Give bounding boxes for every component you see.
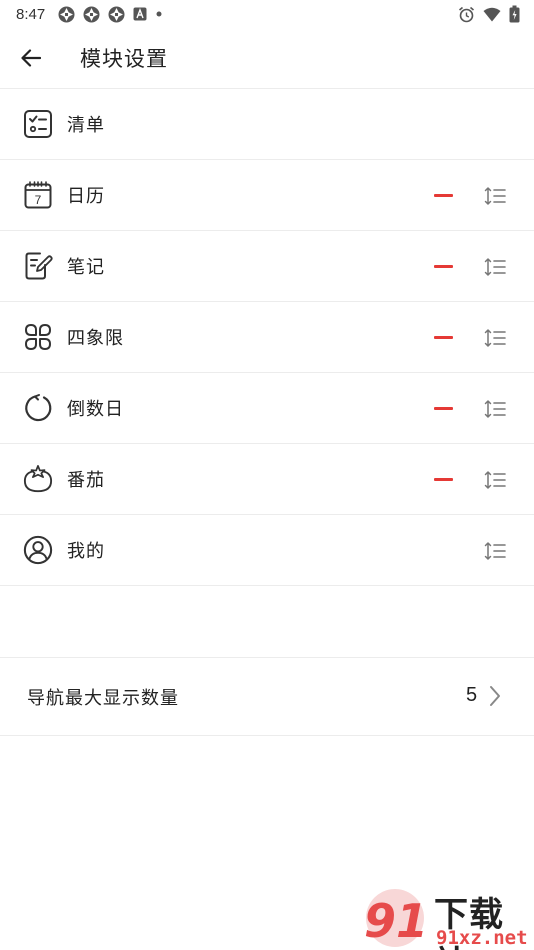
calendar-icon: 7 bbox=[23, 180, 53, 210]
nav-max-count-value: 5 bbox=[466, 684, 478, 706]
app-bar: 模块设置 bbox=[0, 28, 534, 89]
module-label: 我的 bbox=[67, 541, 105, 562]
watermark-logo: 91 下载站 91xz.net bbox=[360, 885, 534, 950]
dot-icon bbox=[156, 11, 162, 17]
section-spacer bbox=[0, 586, 534, 658]
countdown-icon bbox=[23, 393, 53, 423]
module-row-quadrant[interactable]: 四象限 bbox=[0, 302, 534, 373]
app-notification-icon bbox=[58, 6, 75, 22]
minus-icon bbox=[433, 406, 453, 410]
module-label: 倒数日 bbox=[67, 399, 124, 420]
quadrant-icon bbox=[23, 322, 53, 352]
module-row-tomato[interactable]: 番茄 bbox=[0, 444, 534, 515]
drag-handle-icon[interactable] bbox=[482, 326, 508, 350]
nav-max-count-row[interactable]: 导航最大显示数量 5 bbox=[0, 658, 534, 736]
battery-charging-icon bbox=[509, 5, 520, 23]
module-label: 笔记 bbox=[67, 257, 105, 278]
status-time: 8:47 bbox=[16, 5, 46, 23]
status-bar: 8:47 bbox=[0, 0, 534, 28]
arrow-left-icon bbox=[21, 49, 41, 67]
module-label: 番茄 bbox=[67, 470, 105, 491]
status-left-icons bbox=[58, 6, 163, 23]
alarm-icon bbox=[458, 6, 475, 22]
drag-handle-icon[interactable] bbox=[482, 468, 508, 492]
user-circle-icon bbox=[23, 535, 53, 565]
module-row-calendar[interactable]: 7 日历 bbox=[0, 160, 534, 231]
minus-icon bbox=[433, 477, 453, 481]
nav-max-count-label: 导航最大显示数量 bbox=[27, 687, 179, 709]
drag-handle-icon[interactable] bbox=[482, 539, 508, 563]
status-right-icons bbox=[458, 5, 520, 23]
page-title: 模块设置 bbox=[80, 47, 168, 71]
module-label: 日历 bbox=[67, 186, 105, 207]
module-list: 清单 7 日历 笔记 四象限 倒数日 番茄 我的 bbox=[0, 89, 534, 586]
minus-icon bbox=[433, 193, 453, 197]
drag-handle-icon[interactable] bbox=[482, 184, 508, 208]
note-edit-icon bbox=[23, 251, 53, 281]
minus-icon bbox=[433, 264, 453, 268]
tomato-icon bbox=[23, 464, 53, 494]
chevron-right-icon bbox=[490, 686, 500, 706]
watermark-badge-icon: 91 bbox=[364, 889, 428, 948]
wifi-icon bbox=[483, 7, 501, 21]
minus-icon bbox=[433, 335, 453, 339]
app-notification-icon bbox=[83, 6, 100, 22]
module-label: 四象限 bbox=[67, 328, 124, 349]
remove-module-button[interactable] bbox=[430, 256, 456, 276]
module-row-mine[interactable]: 我的 bbox=[0, 515, 534, 586]
drag-handle-icon[interactable] bbox=[482, 255, 508, 279]
watermark-subtitle: 91xz.net bbox=[436, 927, 528, 949]
svg-text:7: 7 bbox=[35, 193, 42, 207]
module-row-countdown[interactable]: 倒数日 bbox=[0, 373, 534, 444]
svg-text:91: 91 bbox=[364, 894, 428, 948]
remove-module-button[interactable] bbox=[430, 398, 456, 418]
remove-module-button[interactable] bbox=[430, 185, 456, 205]
drag-handle-icon[interactable] bbox=[482, 397, 508, 421]
module-row-checklist[interactable]: 清单 bbox=[0, 89, 534, 160]
module-row-notes[interactable]: 笔记 bbox=[0, 231, 534, 302]
remove-module-button[interactable] bbox=[430, 469, 456, 489]
remove-module-button[interactable] bbox=[430, 327, 456, 347]
app-a-icon bbox=[133, 7, 147, 21]
module-label: 清单 bbox=[67, 115, 105, 136]
app-notification-icon bbox=[108, 6, 125, 22]
checklist-icon bbox=[23, 109, 53, 139]
back-button[interactable] bbox=[0, 28, 62, 89]
